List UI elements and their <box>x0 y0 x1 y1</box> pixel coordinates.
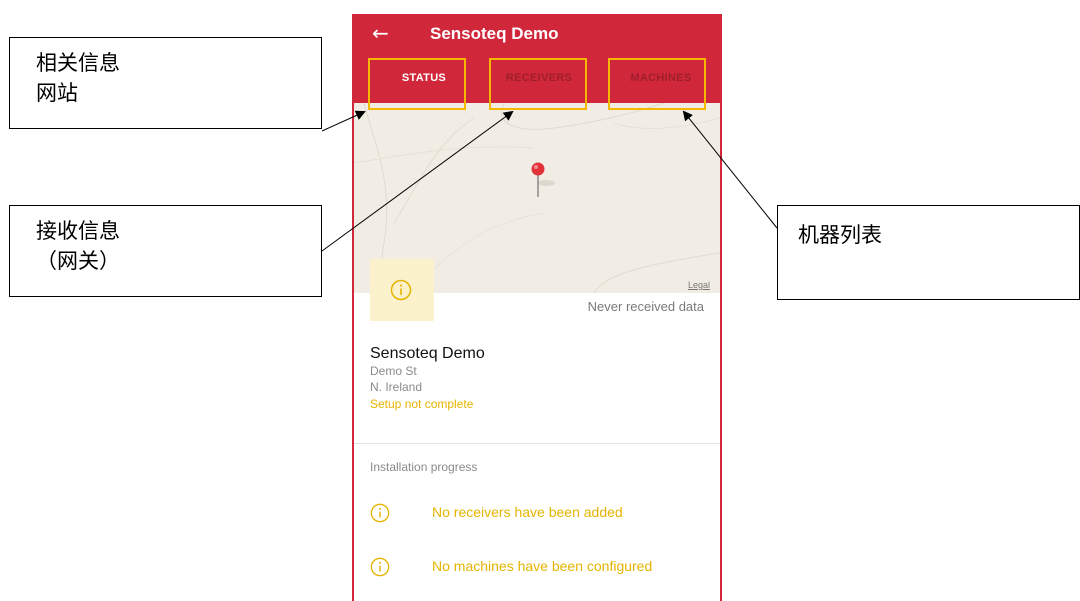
callout-status-line1: 相关信息 <box>36 51 120 75</box>
progress-item-text: No machines have been configured <box>432 558 653 574</box>
page-title: Sensoteq Demo <box>430 24 559 43</box>
site-address-line1: Demo St <box>370 364 417 378</box>
info-icon <box>390 279 412 301</box>
highlight-machines-tab <box>608 58 706 110</box>
info-icon <box>370 557 390 577</box>
callout-machines: 机器列表 <box>777 205 1080 300</box>
status-text: Never received data <box>587 299 704 314</box>
site-name: Sensoteq Demo <box>370 345 485 362</box>
callout-status-line2: 网站 <box>36 81 78 105</box>
back-arrow-icon[interactable]: ← <box>372 21 389 45</box>
info-icon <box>370 503 390 523</box>
callout-status: 相关信息 网站 <box>9 37 322 129</box>
divider <box>354 443 720 444</box>
progress-item-machines[interactable]: No machines have been configured <box>354 555 720 579</box>
callout-receivers-line2: （网关） <box>36 249 120 273</box>
map-pin-icon[interactable] <box>529 161 559 201</box>
setup-status: Setup not complete <box>370 397 474 411</box>
status-indicator <box>370 259 434 321</box>
highlight-status-tab <box>368 58 466 110</box>
site-address-line2: N. Ireland <box>370 380 423 394</box>
highlight-receivers-tab <box>489 58 587 110</box>
callout-machines-line1: 机器列表 <box>798 223 882 247</box>
progress-item-receivers[interactable]: No receivers have been added <box>354 501 720 525</box>
progress-item-text: No receivers have been added <box>432 504 623 520</box>
installation-progress-title: Installation progress <box>370 460 478 474</box>
map-legal-link[interactable]: Legal <box>688 280 710 290</box>
callout-receivers-line1: 接收信息 <box>36 219 120 243</box>
callout-receivers: 接收信息 （网关） <box>9 205 322 297</box>
app-bar: ← Sensoteq Demo <box>354 14 720 54</box>
